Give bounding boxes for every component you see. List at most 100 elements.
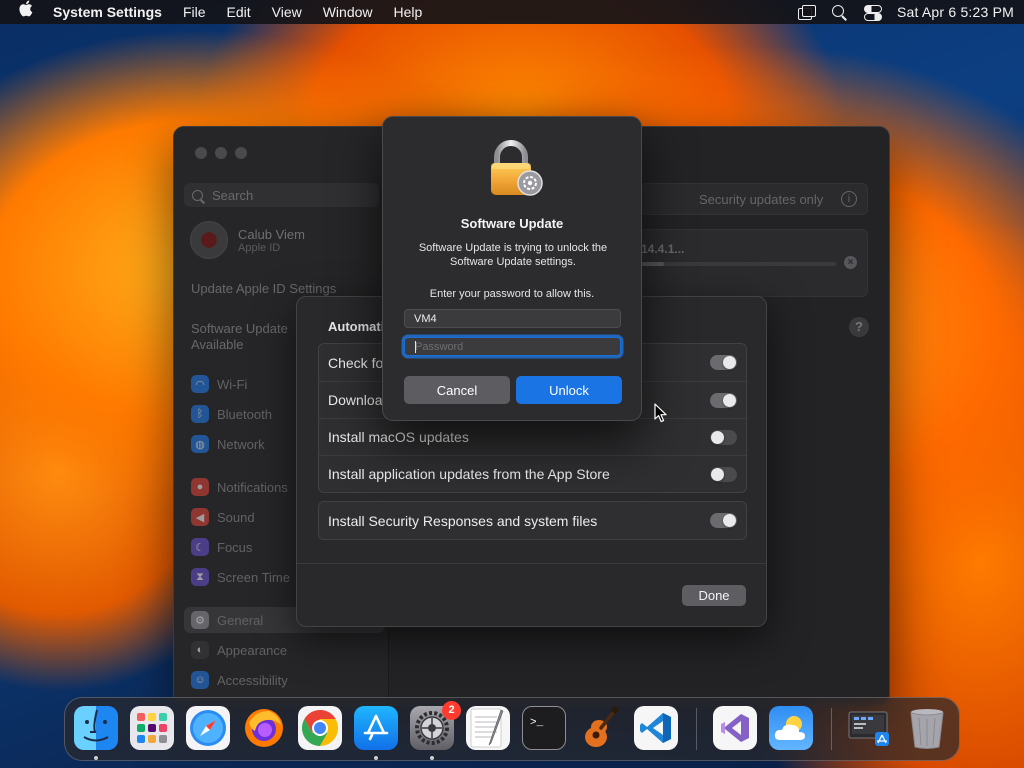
dock-simulator[interactable] xyxy=(848,706,892,750)
close-window-button[interactable] xyxy=(195,147,207,159)
option-label: Install application updates from the App… xyxy=(328,466,610,482)
menu-view[interactable]: View xyxy=(272,4,302,20)
dock-system-settings[interactable]: 2 xyxy=(410,701,461,760)
search-placeholder: Search xyxy=(212,187,254,203)
simulator-icon xyxy=(848,711,889,746)
security-responses-toggle[interactable] xyxy=(710,513,737,528)
menu-window[interactable]: Window xyxy=(323,4,373,20)
download-updates-toggle[interactable] xyxy=(710,393,737,408)
option-label: Download xyxy=(328,392,391,408)
dock-chrome[interactable] xyxy=(298,706,342,750)
update-progress-bar xyxy=(641,262,836,266)
sidebar-item-sound[interactable]: ◀ Sound xyxy=(191,507,255,527)
sidebar-item-wifi[interactable]: ◠ Wi-Fi xyxy=(191,374,247,394)
option-label: Check for xyxy=(328,354,388,371)
sidebar-item-label: Wi-Fi xyxy=(217,376,248,392)
info-icon[interactable]: i xyxy=(841,191,857,207)
dock-weather[interactable] xyxy=(769,706,813,750)
unlock-button[interactable]: Unlock xyxy=(516,376,622,404)
running-indicator xyxy=(430,756,434,760)
zoom-window-button[interactable] xyxy=(235,147,247,159)
visual-studio-icon xyxy=(721,714,749,742)
dock-launchpad[interactable] xyxy=(130,706,174,750)
sidebar-item-appearance[interactable]: ◐ Appearance xyxy=(191,640,287,660)
garageband-icon xyxy=(585,706,619,747)
appearance-icon: ◐ xyxy=(191,641,209,659)
option-label: Install Security Responses and system fi… xyxy=(328,512,598,529)
dock-safari[interactable] xyxy=(186,706,230,750)
weather-icon xyxy=(774,716,805,740)
dock-app-store[interactable] xyxy=(354,706,398,760)
cancel-button[interactable]: Cancel xyxy=(404,376,510,404)
minimize-window-button[interactable] xyxy=(215,147,227,159)
dock-firefox[interactable] xyxy=(242,706,286,750)
account-subtitle: Apple ID xyxy=(238,241,281,254)
sidebar-item-label: Accessibility xyxy=(217,672,288,688)
menu-file[interactable]: File xyxy=(183,4,206,20)
sidebar-item-label: Focus xyxy=(217,539,253,555)
sidebar-item-label: General xyxy=(217,612,264,628)
apple-id-account[interactable]: Calub Viem Apple ID xyxy=(190,221,305,259)
update-version: 14.4.1... xyxy=(641,242,685,256)
app-store-icon xyxy=(363,714,389,741)
username-field[interactable] xyxy=(404,309,621,328)
stage-manager-icon[interactable] xyxy=(797,5,816,20)
sidebar-item-label: Sound xyxy=(217,509,255,525)
done-button[interactable]: Done xyxy=(682,585,746,606)
sidebar-note-apple-id[interactable]: Update Apple ID Settings xyxy=(191,281,341,297)
dock-trash[interactable] xyxy=(905,706,949,750)
dock-textedit[interactable] xyxy=(466,706,510,750)
dock-terminal[interactable]: >_ xyxy=(522,706,566,750)
dialog-title: Software Update xyxy=(460,216,564,231)
dock-separator xyxy=(831,708,832,750)
install-app-store-toggle[interactable] xyxy=(710,467,737,482)
svg-text:>_: >_ xyxy=(530,717,544,729)
software-update-auth-dialog: Software Update Software Update is tryin… xyxy=(382,116,642,421)
trash-icon xyxy=(910,709,944,749)
sidebar-item-focus[interactable]: ☾ Focus xyxy=(191,537,252,557)
sidebar-item-accessibility[interactable]: ☺ Accessibility xyxy=(191,670,288,690)
dock-garageband[interactable] xyxy=(578,706,622,750)
dialog-prompt: Enter your password to allow this. xyxy=(429,288,595,300)
menu-bar-clock[interactable]: Sat Apr 6 5:23 PM xyxy=(897,4,1014,20)
network-icon: ◍ xyxy=(191,435,209,453)
terminal-icon: >_ xyxy=(530,717,544,729)
control-center-icon[interactable] xyxy=(863,5,882,21)
app-name-menu[interactable]: System Settings xyxy=(53,4,162,20)
textedit-icon xyxy=(470,708,504,748)
dock-finder[interactable] xyxy=(74,706,118,760)
moon-icon: ☾ xyxy=(191,538,209,556)
menu-edit[interactable]: Edit xyxy=(227,4,251,20)
chrome-icon xyxy=(301,710,339,746)
apple-menu-icon[interactable] xyxy=(18,0,34,25)
password-field[interactable] xyxy=(404,337,621,356)
mouse-pointer-icon xyxy=(654,403,667,423)
sidebar-item-screen-time[interactable]: ⧗ Screen Time xyxy=(191,567,290,587)
dialog-message: Software Update is trying to unlock the … xyxy=(418,242,608,268)
sidebar-item-notifications[interactable]: ● Notifications xyxy=(191,477,288,497)
option-row-install-app-store: Install application updates from the App… xyxy=(319,455,746,492)
dock-separator xyxy=(696,708,697,750)
install-macos-toggle[interactable] xyxy=(710,430,737,445)
dock-vscode[interactable] xyxy=(634,706,678,750)
wifi-icon: ◠ xyxy=(191,375,209,393)
spotlight-search-icon[interactable] xyxy=(831,5,848,19)
text-caret xyxy=(415,341,416,353)
running-indicator xyxy=(94,756,98,760)
sidebar-item-network[interactable]: ◍ Network xyxy=(191,434,265,454)
dock: 2 >_ xyxy=(64,697,960,761)
sidebar-search-input[interactable]: Search xyxy=(184,183,379,207)
account-name: Calub Viem xyxy=(238,226,305,242)
sidebar-item-bluetooth[interactable]: ᛒ Bluetooth xyxy=(191,404,272,424)
security-responses-group: Install Security Responses and system fi… xyxy=(318,501,747,540)
notification-badge: 2 xyxy=(442,701,461,720)
help-icon[interactable]: ? xyxy=(849,317,869,337)
check-updates-toggle[interactable] xyxy=(710,355,737,370)
menu-help[interactable]: Help xyxy=(394,4,423,20)
dock-visual-studio[interactable] xyxy=(713,706,757,750)
automatic-updates-selector[interactable]: Security updates only i xyxy=(640,183,868,215)
search-icon xyxy=(192,189,203,201)
cancel-download-icon[interactable]: × xyxy=(844,256,857,269)
sidebar-item-label: Network xyxy=(217,436,265,452)
sidebar-item-label: Bluetooth xyxy=(217,406,272,422)
